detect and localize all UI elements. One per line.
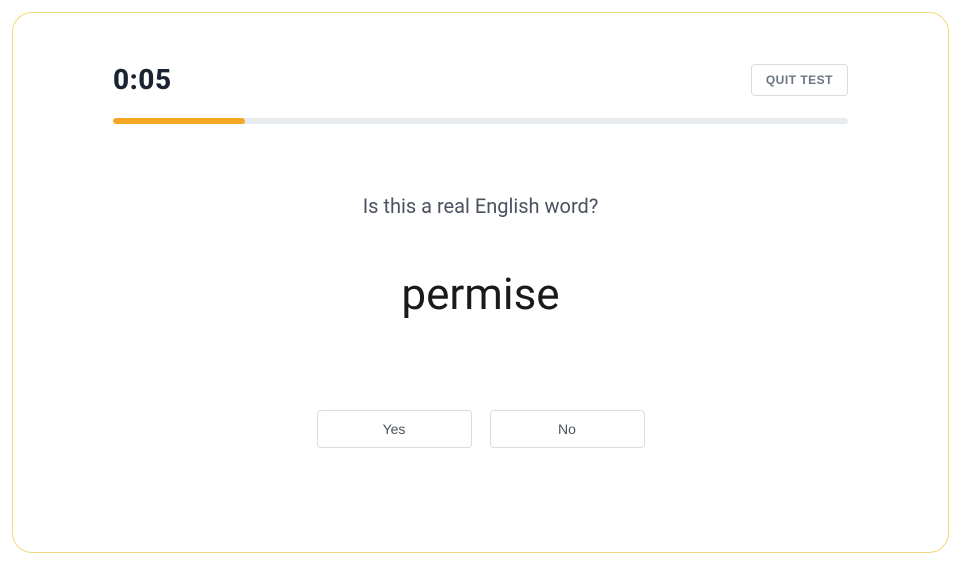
test-card: 0:05 QUIT TEST Is this a real English wo… <box>12 12 949 553</box>
no-button[interactable]: No <box>490 410 645 448</box>
quit-test-button[interactable]: QUIT TEST <box>751 64 848 96</box>
timer: 0:05 <box>113 63 172 96</box>
progress-bar <box>113 118 848 124</box>
yes-button[interactable]: Yes <box>317 410 472 448</box>
question-prompt: Is this a real English word? <box>113 194 848 218</box>
question-word: permise <box>113 268 848 320</box>
header: 0:05 QUIT TEST <box>113 63 848 96</box>
answer-buttons: Yes No <box>113 410 848 448</box>
progress-fill <box>113 118 245 124</box>
